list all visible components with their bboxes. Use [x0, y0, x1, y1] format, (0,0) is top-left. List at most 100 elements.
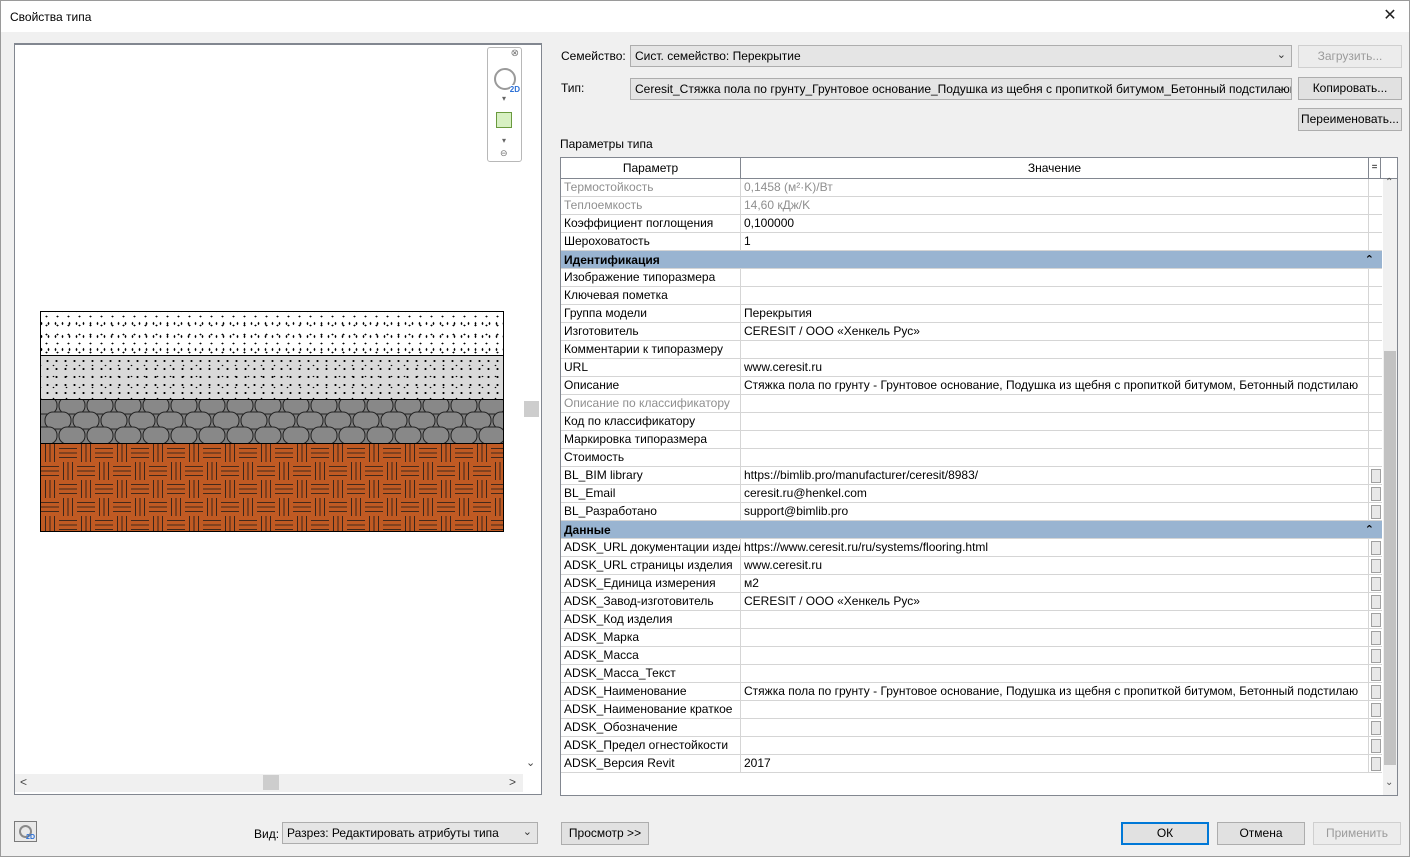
load-button[interactable]: Загрузить...: [1298, 45, 1402, 68]
chevron-down-icon[interactable]: ▾: [502, 136, 506, 145]
parameter-row[interactable]: ADSK_Предел огнестойкости: [561, 737, 1382, 755]
preview-vertical-scrollbar[interactable]: ⌄: [523, 44, 541, 774]
zoom-icon[interactable]: [496, 112, 512, 128]
collapse-icon[interactable]: ⌃: [1365, 251, 1374, 269]
parameter-value[interactable]: CERESIT / ООО «Хенкель Рус»: [741, 323, 1369, 341]
scroll-thumb[interactable]: [1384, 351, 1396, 765]
parameter-row[interactable]: BL_Разработано support@bimlib.pro: [561, 503, 1382, 521]
associate-parameter-button[interactable]: [1371, 595, 1381, 609]
parameter-row[interactable]: Комментарии к типоразмеру: [561, 341, 1382, 359]
scroll-thumb[interactable]: [263, 775, 279, 790]
scroll-thumb[interactable]: [524, 401, 539, 417]
parameter-value[interactable]: [741, 431, 1369, 449]
parameter-value[interactable]: [741, 629, 1369, 647]
parameter-value[interactable]: [741, 647, 1369, 665]
scroll-down-icon[interactable]: ⌄: [1385, 777, 1393, 788]
group-header[interactable]: Данные ⌃: [561, 521, 1382, 539]
parameter-row[interactable]: Описание Стяжка пола по грунту - Грунтово…: [561, 377, 1382, 395]
parameter-value[interactable]: [741, 269, 1369, 287]
close-icon[interactable]: ⊗: [511, 48, 519, 59]
associate-parameter-button[interactable]: [1371, 505, 1381, 519]
parameter-value[interactable]: [741, 611, 1369, 629]
grid-vertical-scrollbar[interactable]: ⌃ ⌄: [1383, 177, 1397, 795]
parameter-row[interactable]: Термостойкость 0,1458 (м²·K)/Вт: [561, 179, 1382, 197]
parameter-row[interactable]: ADSK_URL документации издел https://www.c…: [561, 539, 1382, 557]
minimize-icon[interactable]: ⊖: [500, 148, 508, 159]
associate-parameter-button[interactable]: [1371, 631, 1381, 645]
parameter-value[interactable]: м2: [741, 575, 1369, 593]
parameter-value[interactable]: www.ceresit.ru: [741, 557, 1369, 575]
type-combo[interactable]: Ceresit_Стяжка пола по грунту_Грунтовое …: [630, 78, 1292, 100]
parameter-value[interactable]: https://www.ceresit.ru/ru/systems/floori…: [741, 539, 1369, 557]
associate-parameter-button[interactable]: [1371, 469, 1381, 483]
parameter-value[interactable]: https://bimlib.pro/manufacturer/ceresit/…: [741, 467, 1369, 485]
parameter-value[interactable]: 0,100000: [741, 215, 1369, 233]
parameter-row[interactable]: Изготовитель CERESIT / ООО «Хенкель Рус»: [561, 323, 1382, 341]
parameter-row[interactable]: ADSK_Масса_Текст: [561, 665, 1382, 683]
parameter-row[interactable]: ADSK_Завод-изготовитель CERESIT / ООО «Хе…: [561, 593, 1382, 611]
parameter-value[interactable]: www.ceresit.ru: [741, 359, 1369, 377]
associate-parameter-button[interactable]: [1371, 541, 1381, 555]
parameter-row[interactable]: ADSK_Обозначение: [561, 719, 1382, 737]
parameter-row[interactable]: Изображение типоразмера: [561, 269, 1382, 287]
parameter-value[interactable]: Перекрытия: [741, 305, 1369, 323]
associate-parameter-button[interactable]: [1371, 739, 1381, 753]
associate-parameter-button[interactable]: [1371, 757, 1381, 771]
parameter-row[interactable]: Ключевая пометка: [561, 287, 1382, 305]
cancel-button[interactable]: Отмена: [1217, 822, 1305, 845]
group-header[interactable]: Идентификация ⌃: [561, 251, 1382, 269]
parameter-row[interactable]: ADSK_Масса: [561, 647, 1382, 665]
close-icon[interactable]: ✕: [1379, 5, 1401, 27]
scroll-up-icon[interactable]: ⌃: [1385, 177, 1393, 188]
rename-button[interactable]: Переименовать...: [1298, 108, 1402, 131]
parameter-row[interactable]: Стоимость: [561, 449, 1382, 467]
parameter-value[interactable]: Стяжка пола по грунту - Грунтовое основа…: [741, 377, 1369, 395]
column-header-formula[interactable]: =: [1369, 158, 1381, 178]
steering-wheel-icon[interactable]: 2D: [494, 68, 520, 94]
parameter-row[interactable]: Описание по классификатору: [561, 395, 1382, 413]
parameter-row[interactable]: BL_Email ceresit.ru@henkel.com: [561, 485, 1382, 503]
associate-parameter-button[interactable]: [1371, 577, 1381, 591]
parameter-row[interactable]: ADSK_Наименование краткое: [561, 701, 1382, 719]
apply-button[interactable]: Применить: [1313, 822, 1401, 845]
column-header-parameter[interactable]: Параметр: [561, 158, 741, 178]
family-combo[interactable]: Сист. семейство: Перекрытие ⌄: [630, 45, 1292, 67]
associate-parameter-button[interactable]: [1371, 685, 1381, 699]
parameter-value[interactable]: [741, 719, 1369, 737]
preview-button[interactable]: Просмотр >>: [561, 822, 649, 845]
associate-parameter-button[interactable]: [1371, 667, 1381, 681]
parameter-value[interactable]: [741, 737, 1369, 755]
parameter-row[interactable]: URL www.ceresit.ru: [561, 359, 1382, 377]
parameter-value[interactable]: ceresit.ru@henkel.com: [741, 485, 1369, 503]
navigation-bar[interactable]: ⊗ 2D ▾ ▾ ⊖: [487, 47, 522, 162]
preview-horizontal-scrollbar[interactable]: < >: [15, 774, 523, 792]
parameter-row[interactable]: Маркировка типоразмера: [561, 431, 1382, 449]
scroll-left-icon[interactable]: <: [20, 775, 27, 789]
parameter-row[interactable]: ADSK_Марка: [561, 629, 1382, 647]
parameter-value[interactable]: [741, 701, 1369, 719]
parameter-row[interactable]: Коэффициент поглощения 0,100000: [561, 215, 1382, 233]
view-combo[interactable]: Разрез: Редактировать атрибуты типа ⌄: [282, 822, 538, 844]
associate-parameter-button[interactable]: [1371, 487, 1381, 501]
parameter-row[interactable]: Теплоемкость 14,60 кДж/K: [561, 197, 1382, 215]
parameter-row[interactable]: Шероховатость 1: [561, 233, 1382, 251]
parameter-row[interactable]: Код по классификатору: [561, 413, 1382, 431]
scroll-down-icon[interactable]: ⌄: [526, 756, 535, 769]
parameter-value[interactable]: [741, 287, 1369, 305]
column-header-value[interactable]: Значение: [741, 158, 1369, 178]
associate-parameter-button[interactable]: [1371, 559, 1381, 573]
parameter-value[interactable]: [741, 449, 1369, 467]
parameter-value[interactable]: 1: [741, 233, 1369, 251]
duplicate-button[interactable]: Копировать...: [1298, 77, 1402, 100]
chevron-down-icon[interactable]: ▾: [502, 94, 506, 103]
parameter-row[interactable]: ADSK_Наименование Стяжка пола по грунту -…: [561, 683, 1382, 701]
associate-parameter-button[interactable]: [1371, 703, 1381, 717]
parameter-row[interactable]: ADSK_Код изделия: [561, 611, 1382, 629]
parameter-value[interactable]: Стяжка пола по грунту - Грунтовое основа…: [741, 683, 1369, 701]
parameter-value[interactable]: [741, 665, 1369, 683]
steering-wheel-button[interactable]: 2D: [14, 821, 37, 842]
parameter-row[interactable]: Группа модели Перекрытия: [561, 305, 1382, 323]
associate-parameter-button[interactable]: [1371, 649, 1381, 663]
parameter-value[interactable]: CERESIT / ООО «Хенкель Рус»: [741, 593, 1369, 611]
parameter-value[interactable]: [741, 413, 1369, 431]
